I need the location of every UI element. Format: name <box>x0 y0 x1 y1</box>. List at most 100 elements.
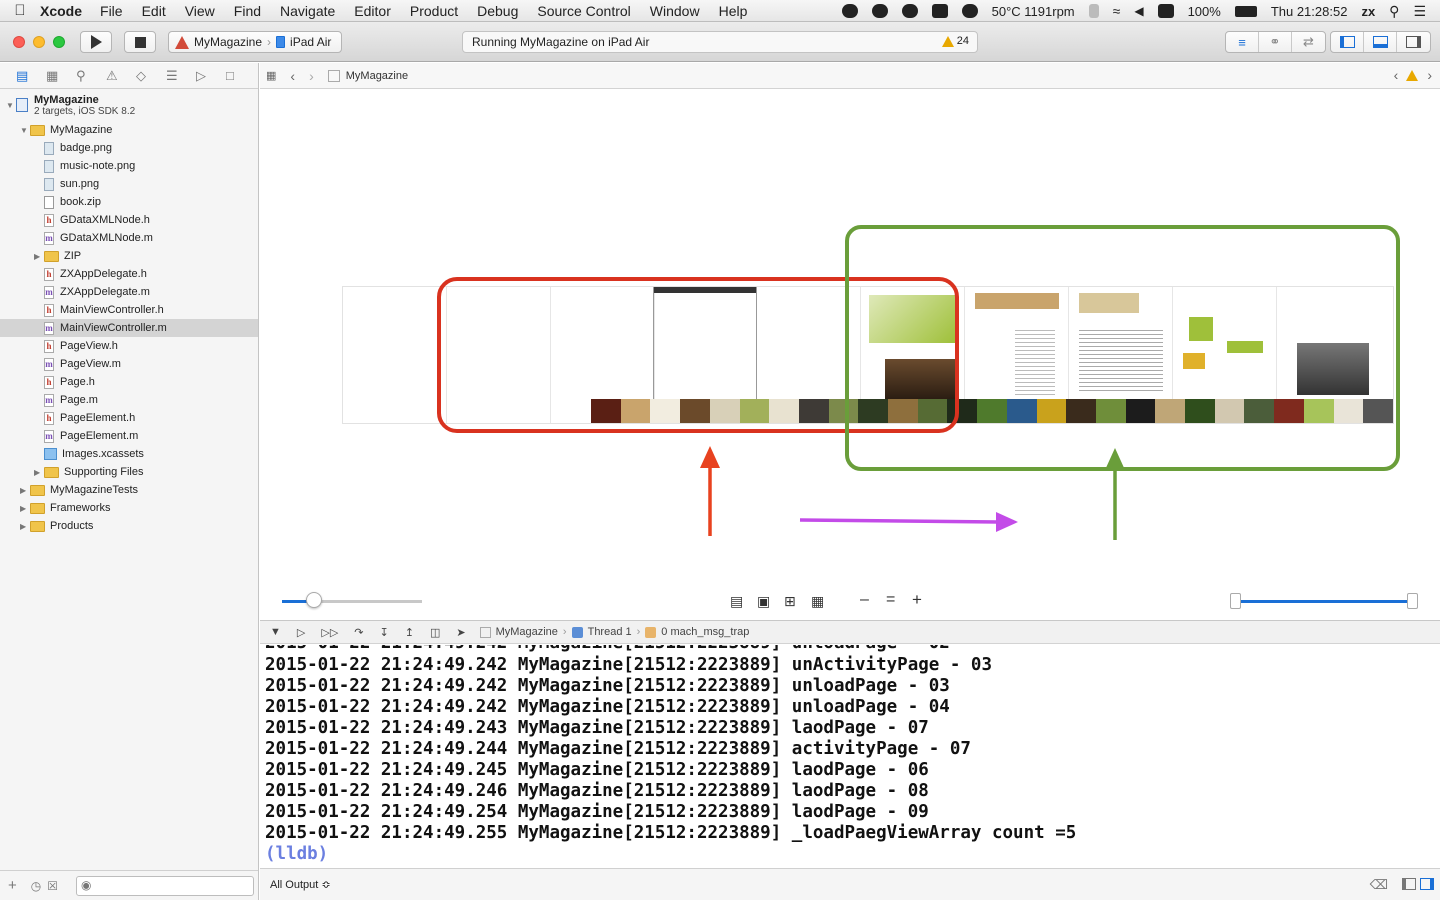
menu-file[interactable]: File <box>100 3 123 19</box>
fit-icon[interactable]: ▣ <box>757 593 770 610</box>
breakpoint-navigator-tab-icon[interactable]: ▷ <box>196 68 226 84</box>
test-navigator-tab-icon[interactable]: ◇ <box>136 68 166 84</box>
disclosure-closed-icon[interactable]: ▶ <box>20 504 30 513</box>
file-row[interactable]: m ZXAppDelegate.m <box>0 283 258 301</box>
menu-edit[interactable]: Edit <box>142 3 166 19</box>
debug-crumb-app[interactable]: MyMagazine <box>496 626 558 638</box>
scm-filter-icon[interactable]: ☒ <box>47 879 58 893</box>
debug-crumb-thread[interactable]: Thread 1 <box>588 626 632 638</box>
folder-row[interactable]: ▶ Supporting Files <box>0 463 258 481</box>
input-method-icon[interactable] <box>931 4 948 18</box>
activity-viewer[interactable]: Running MyMagazine on iPad Air 24 <box>462 31 978 53</box>
zoom-window-button[interactable] <box>53 36 65 48</box>
bluetooth-icon[interactable] <box>1088 4 1099 18</box>
qq-icon[interactable] <box>901 4 918 18</box>
zoom-reset-button[interactable]: = <box>886 591 895 609</box>
debug-crumb-frame[interactable]: 0 mach_msg_trap <box>661 626 749 638</box>
menu-window[interactable]: Window <box>650 3 700 19</box>
find-navigator-tab-icon[interactable]: ⚲ <box>76 68 106 84</box>
breakpoints-toggle-icon[interactable]: ▷ <box>297 626 305 639</box>
forward-button[interactable]: › <box>309 68 314 84</box>
lldb-prompt[interactable]: (lldb) <box>265 844 328 864</box>
add-file-button[interactable]: + <box>8 877 17 894</box>
coffee-icon[interactable] <box>871 4 888 18</box>
stop-button[interactable] <box>124 31 156 53</box>
run-button[interactable] <box>80 31 112 53</box>
folder-row[interactable]: ▶ MyMagazineTests <box>0 481 258 499</box>
wechat-icon[interactable] <box>841 4 858 18</box>
project-navigator-tab-icon[interactable]: ▤ <box>16 68 46 84</box>
file-row[interactable]: h MainViewController.h <box>0 301 258 319</box>
previous-issue-button[interactable]: ‹ <box>1394 67 1399 83</box>
range-slider-end-knob[interactable] <box>1407 593 1418 609</box>
issue-navigator-tab-icon[interactable]: ⚠ <box>106 68 136 84</box>
volume-icon[interactable]: ◀ <box>1134 4 1143 18</box>
related-items-icon[interactable]: ▦ <box>266 69 276 82</box>
resolve-icon[interactable]: ▦ <box>811 593 824 610</box>
back-button[interactable]: ‹ <box>290 68 295 84</box>
scheme-selector[interactable]: MyMagazine › iPad Air <box>168 31 342 53</box>
range-slider-track[interactable] <box>1236 600 1414 603</box>
menu-source-control[interactable]: Source Control <box>537 3 630 19</box>
file-row[interactable]: Images.xcassets <box>0 445 258 463</box>
grid-icon[interactable]: ⊞ <box>784 593 796 610</box>
zoom-slider-knob[interactable] <box>306 592 322 608</box>
disclosure-closed-icon[interactable]: ▶ <box>20 486 30 495</box>
close-window-button[interactable] <box>13 36 25 48</box>
menu-help[interactable]: Help <box>719 3 748 19</box>
hat-icon[interactable] <box>961 4 978 18</box>
file-row[interactable]: badge.png <box>0 139 258 157</box>
standard-editor-button[interactable]: ≡ <box>1226 32 1259 52</box>
report-navigator-tab-icon[interactable]: □ <box>226 68 256 83</box>
wifi-icon[interactable]: ≈ <box>1113 3 1121 19</box>
next-issue-button[interactable]: › <box>1427 67 1432 83</box>
step-out-icon[interactable]: ↥ <box>405 626 414 639</box>
minimize-window-button[interactable] <box>33 36 45 48</box>
version-editor-button[interactable]: ⇄ <box>1292 32 1325 52</box>
file-row[interactable]: h PageElement.h <box>0 409 258 427</box>
zoom-out-button[interactable]: – <box>860 591 869 609</box>
file-row[interactable]: m PageElement.m <box>0 427 258 445</box>
continue-icon[interactable]: ▷▷ <box>321 626 338 639</box>
hide-debug-area-icon[interactable]: ▼ <box>270 626 281 638</box>
disclosure-open-icon[interactable]: ▼ <box>6 101 16 110</box>
file-row[interactable]: h PageView.h <box>0 337 258 355</box>
battery-percent[interactable]: 100% <box>1188 4 1221 19</box>
file-row[interactable]: m Page.m <box>0 391 258 409</box>
symbol-navigator-tab-icon[interactable]: ▦ <box>46 68 76 84</box>
disclosure-closed-icon[interactable]: ▶ <box>34 468 44 477</box>
range-slider-start-knob[interactable] <box>1230 593 1241 609</box>
disclosure-closed-icon[interactable]: ▶ <box>34 252 44 261</box>
file-row[interactable]: book.zip <box>0 193 258 211</box>
disclosure-closed-icon[interactable]: ▶ <box>20 522 30 531</box>
step-into-icon[interactable]: ↧ <box>380 626 389 639</box>
step-over-icon[interactable]: ↷ <box>354 626 363 639</box>
recent-files-icon[interactable]: ◷ <box>31 879 41 893</box>
baidu-icon[interactable] <box>1157 4 1174 18</box>
menu-debug[interactable]: Debug <box>477 3 518 19</box>
debug-console[interactable]: 2015-01-22 21:24:49.242 MyMagazine[21512… <box>260 645 1440 867</box>
assistant-editor-button[interactable]: ⚭ <box>1259 32 1292 52</box>
folder-row[interactable]: ▶ Products <box>0 517 258 535</box>
jumpbar-file[interactable]: MyMagazine <box>346 70 408 82</box>
folder-row[interactable]: ▼ MyMagazine <box>0 121 258 139</box>
folder-row[interactable]: ▶ ZIP <box>0 247 258 265</box>
file-row[interactable]: sun.png <box>0 175 258 193</box>
file-row[interactable]: m MainViewController.m <box>0 319 258 337</box>
apple-menu-icon[interactable]:  <box>0 2 40 19</box>
warning-indicator[interactable]: 24 <box>941 35 969 47</box>
trash-icon[interactable]: ⌫ <box>1370 877 1388 893</box>
disclosure-open-icon[interactable]: ▼ <box>20 126 30 135</box>
view-debugging-icon[interactable]: ◫ <box>430 626 440 639</box>
output-filter-select[interactable]: All Output ≎ <box>270 878 331 891</box>
project-root[interactable]: ▼ MyMagazine 2 targets, iOS SDK 8.2 <box>0 91 258 119</box>
menu-product[interactable]: Product <box>410 3 458 19</box>
cpu-status[interactable]: 50°C 1191rpm <box>992 4 1075 19</box>
menu-view[interactable]: View <box>185 3 215 19</box>
debug-navigator-tab-icon[interactable]: ☰ <box>166 68 196 84</box>
layout-icon[interactable]: ▤ <box>730 593 743 610</box>
navigator-filter-field[interactable]: ◉ <box>76 876 254 896</box>
file-row[interactable]: h GDataXMLNode.h <box>0 211 258 229</box>
location-icon[interactable]: ➤ <box>456 626 465 639</box>
file-row[interactable]: music-note.png <box>0 157 258 175</box>
